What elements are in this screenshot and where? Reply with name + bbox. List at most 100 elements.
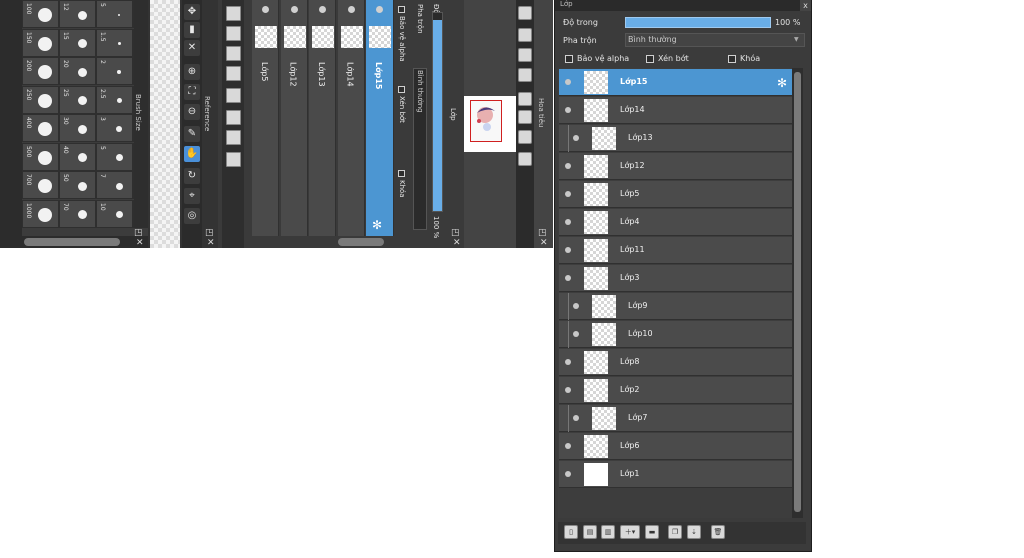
brush-size-cell[interactable]: 500 bbox=[22, 142, 59, 171]
brush-size-cell[interactable]: 25 bbox=[59, 85, 96, 114]
layer-row[interactable]: Lớp14 bbox=[559, 97, 792, 124]
vertical-layer-item[interactable]: Lớp5 bbox=[252, 0, 279, 236]
brush-size-cell[interactable]: 2.5 bbox=[96, 85, 133, 114]
layer-window-titlebar[interactable] bbox=[555, 0, 811, 11]
zoom-in-icon[interactable]: ⊕ bbox=[184, 64, 200, 80]
delete-layer-icon[interactable] bbox=[226, 152, 241, 167]
visibility-eye-icon[interactable] bbox=[573, 303, 579, 309]
vp-protect-alpha-checkbox[interactable] bbox=[398, 6, 405, 13]
brush-size-cell[interactable]: 20 bbox=[59, 57, 96, 85]
visibility-eye-icon[interactable] bbox=[376, 6, 383, 13]
brush-size-cell[interactable]: 1.5 bbox=[96, 28, 133, 57]
layer-row[interactable]: Lớp15 bbox=[559, 69, 792, 96]
layer-row[interactable]: Lớp5 bbox=[559, 181, 792, 208]
visibility-eye-icon[interactable] bbox=[573, 415, 579, 421]
new-8bit-layer-icon[interactable] bbox=[226, 46, 241, 61]
visibility-eye-icon[interactable] bbox=[347, 6, 355, 13]
new-layer-icon[interactable] bbox=[226, 6, 241, 21]
nav-window-icon[interactable] bbox=[518, 152, 532, 166]
zoom-out-icon[interactable]: ⊖ bbox=[184, 104, 200, 120]
new-folder-icon[interactable] bbox=[226, 88, 241, 103]
eyedropper-icon[interactable]: ✎ bbox=[184, 126, 200, 142]
new-8bit-layer-icon[interactable]: ▥ bbox=[601, 525, 615, 539]
rotate-icon[interactable]: ↻ bbox=[184, 168, 200, 184]
lock-checkbox[interactable] bbox=[728, 55, 736, 63]
vertical-layer-item[interactable]: Lớp15 bbox=[366, 0, 394, 236]
brush-size-cell[interactable]: 7 bbox=[96, 171, 133, 199]
merge-down-icon[interactable] bbox=[226, 130, 241, 145]
nav-rotate-icon[interactable] bbox=[518, 92, 532, 106]
merge-down-icon[interactable]: ⇣ bbox=[687, 525, 701, 539]
layer-row[interactable]: Lớp13 bbox=[559, 125, 792, 152]
layer-row[interactable]: Lớp11 bbox=[559, 237, 792, 264]
open-file-icon[interactable]: ▮ bbox=[184, 22, 200, 38]
brush-size-cell[interactable]: 700 bbox=[22, 171, 59, 199]
fit-icon[interactable]: ⛶ bbox=[184, 84, 200, 100]
brush-size-cell[interactable]: 1000 bbox=[22, 199, 59, 228]
reference-panel-undock-icon[interactable]: ◳ bbox=[205, 228, 214, 238]
opacity-slider[interactable] bbox=[625, 17, 771, 28]
delete-layer-icon[interactable]: 🗑 bbox=[711, 525, 725, 539]
brush-size-cell[interactable]: 200 bbox=[22, 57, 59, 85]
brush-size-cell[interactable]: 10 bbox=[96, 199, 133, 228]
new-raster-layer-icon[interactable] bbox=[226, 26, 241, 41]
brush-size-cell[interactable]: 30 bbox=[59, 114, 96, 142]
brush-panel-close-icon[interactable]: ✕ bbox=[136, 238, 144, 248]
vp-clipping-checkbox[interactable] bbox=[398, 86, 405, 93]
brush-size-cell[interactable]: 400 bbox=[22, 114, 59, 142]
layer-row[interactable]: Lớp9 bbox=[559, 293, 792, 320]
brush-hscroll-thumb[interactable] bbox=[24, 238, 120, 246]
duplicate-layer-icon[interactable]: ❐ bbox=[668, 525, 682, 539]
reference-canvas[interactable] bbox=[150, 0, 180, 248]
visibility-eye-icon[interactable] bbox=[565, 247, 571, 253]
brush-size-cell[interactable]: 12 bbox=[59, 0, 96, 28]
layer-row[interactable]: Lớp6 bbox=[559, 433, 792, 460]
brush-size-cell[interactable]: 2 bbox=[96, 57, 133, 85]
vertical-layer-item[interactable]: Lớp14 bbox=[337, 0, 365, 236]
reset-view-icon[interactable]: ⌖ bbox=[184, 188, 200, 204]
visibility-eye-icon[interactable] bbox=[319, 6, 326, 13]
new-layer-icon[interactable]: ▯ bbox=[564, 525, 578, 539]
vertical-layer-hscroll-thumb[interactable] bbox=[338, 238, 384, 246]
navigator-undock-icon[interactable]: ◳ bbox=[538, 228, 547, 238]
nav-zoom-in-icon[interactable] bbox=[518, 6, 532, 20]
vertical-layer-item[interactable]: Lớp13 bbox=[309, 0, 336, 236]
brush-size-cell[interactable]: 5 bbox=[96, 0, 133, 28]
new-folder-icon[interactable]: ▬ bbox=[645, 525, 659, 539]
vertical-layer-item[interactable]: Lớp12 bbox=[280, 0, 308, 236]
vp-panel-undock-icon[interactable]: ◳ bbox=[451, 228, 460, 238]
vp-panel-close-icon[interactable]: ✕ bbox=[453, 238, 461, 248]
brush-panel-undock-icon[interactable]: ◳ bbox=[134, 228, 143, 238]
layer-row[interactable]: Lớp2 bbox=[559, 377, 792, 404]
visibility-eye-icon[interactable] bbox=[565, 471, 571, 477]
visibility-eye-icon[interactable] bbox=[565, 359, 571, 365]
layer-row[interactable]: Lớp1 bbox=[559, 461, 792, 488]
add-layer-dropdown-icon[interactable]: ＋▾ bbox=[620, 525, 640, 539]
brush-size-cell[interactable]: 70 bbox=[59, 199, 96, 228]
layer-row[interactable]: Lớp10 bbox=[559, 321, 792, 348]
duplicate-layer-icon[interactable] bbox=[226, 110, 241, 125]
brush-size-cell[interactable]: 3 bbox=[96, 114, 133, 142]
visibility-eye-icon[interactable] bbox=[573, 135, 579, 141]
layer-window-close-button[interactable]: x bbox=[800, 0, 811, 11]
visibility-eye-icon[interactable] bbox=[565, 107, 571, 113]
reference-panel-close-icon[interactable]: ✕ bbox=[207, 238, 215, 248]
visibility-eye-icon[interactable] bbox=[565, 219, 571, 225]
visibility-eye-icon[interactable] bbox=[262, 6, 269, 13]
protect-alpha-checkbox[interactable] bbox=[565, 55, 573, 63]
flip-icon[interactable]: ◎ bbox=[184, 208, 200, 224]
layer-row[interactable]: Lớp12 bbox=[559, 153, 792, 180]
brush-size-cell[interactable]: 250 bbox=[22, 85, 59, 114]
nav-zoom-actual-icon[interactable] bbox=[518, 68, 532, 82]
visibility-eye-icon[interactable] bbox=[290, 6, 298, 13]
brush-size-cell[interactable]: 100 bbox=[22, 0, 59, 28]
hand-move-icon[interactable]: ✥ bbox=[184, 4, 200, 20]
layer-row[interactable]: Lớp3 bbox=[559, 265, 792, 292]
brush-size-cell[interactable]: 5 bbox=[96, 142, 133, 171]
layer-row[interactable]: Lớp8 bbox=[559, 349, 792, 376]
navigator-viewport-thumbnail[interactable] bbox=[470, 100, 502, 142]
layer-list-vscroll-thumb[interactable] bbox=[794, 72, 801, 512]
visibility-eye-icon[interactable] bbox=[565, 79, 571, 85]
visibility-eye-icon[interactable] bbox=[565, 163, 571, 169]
visibility-eye-icon[interactable] bbox=[565, 275, 571, 281]
